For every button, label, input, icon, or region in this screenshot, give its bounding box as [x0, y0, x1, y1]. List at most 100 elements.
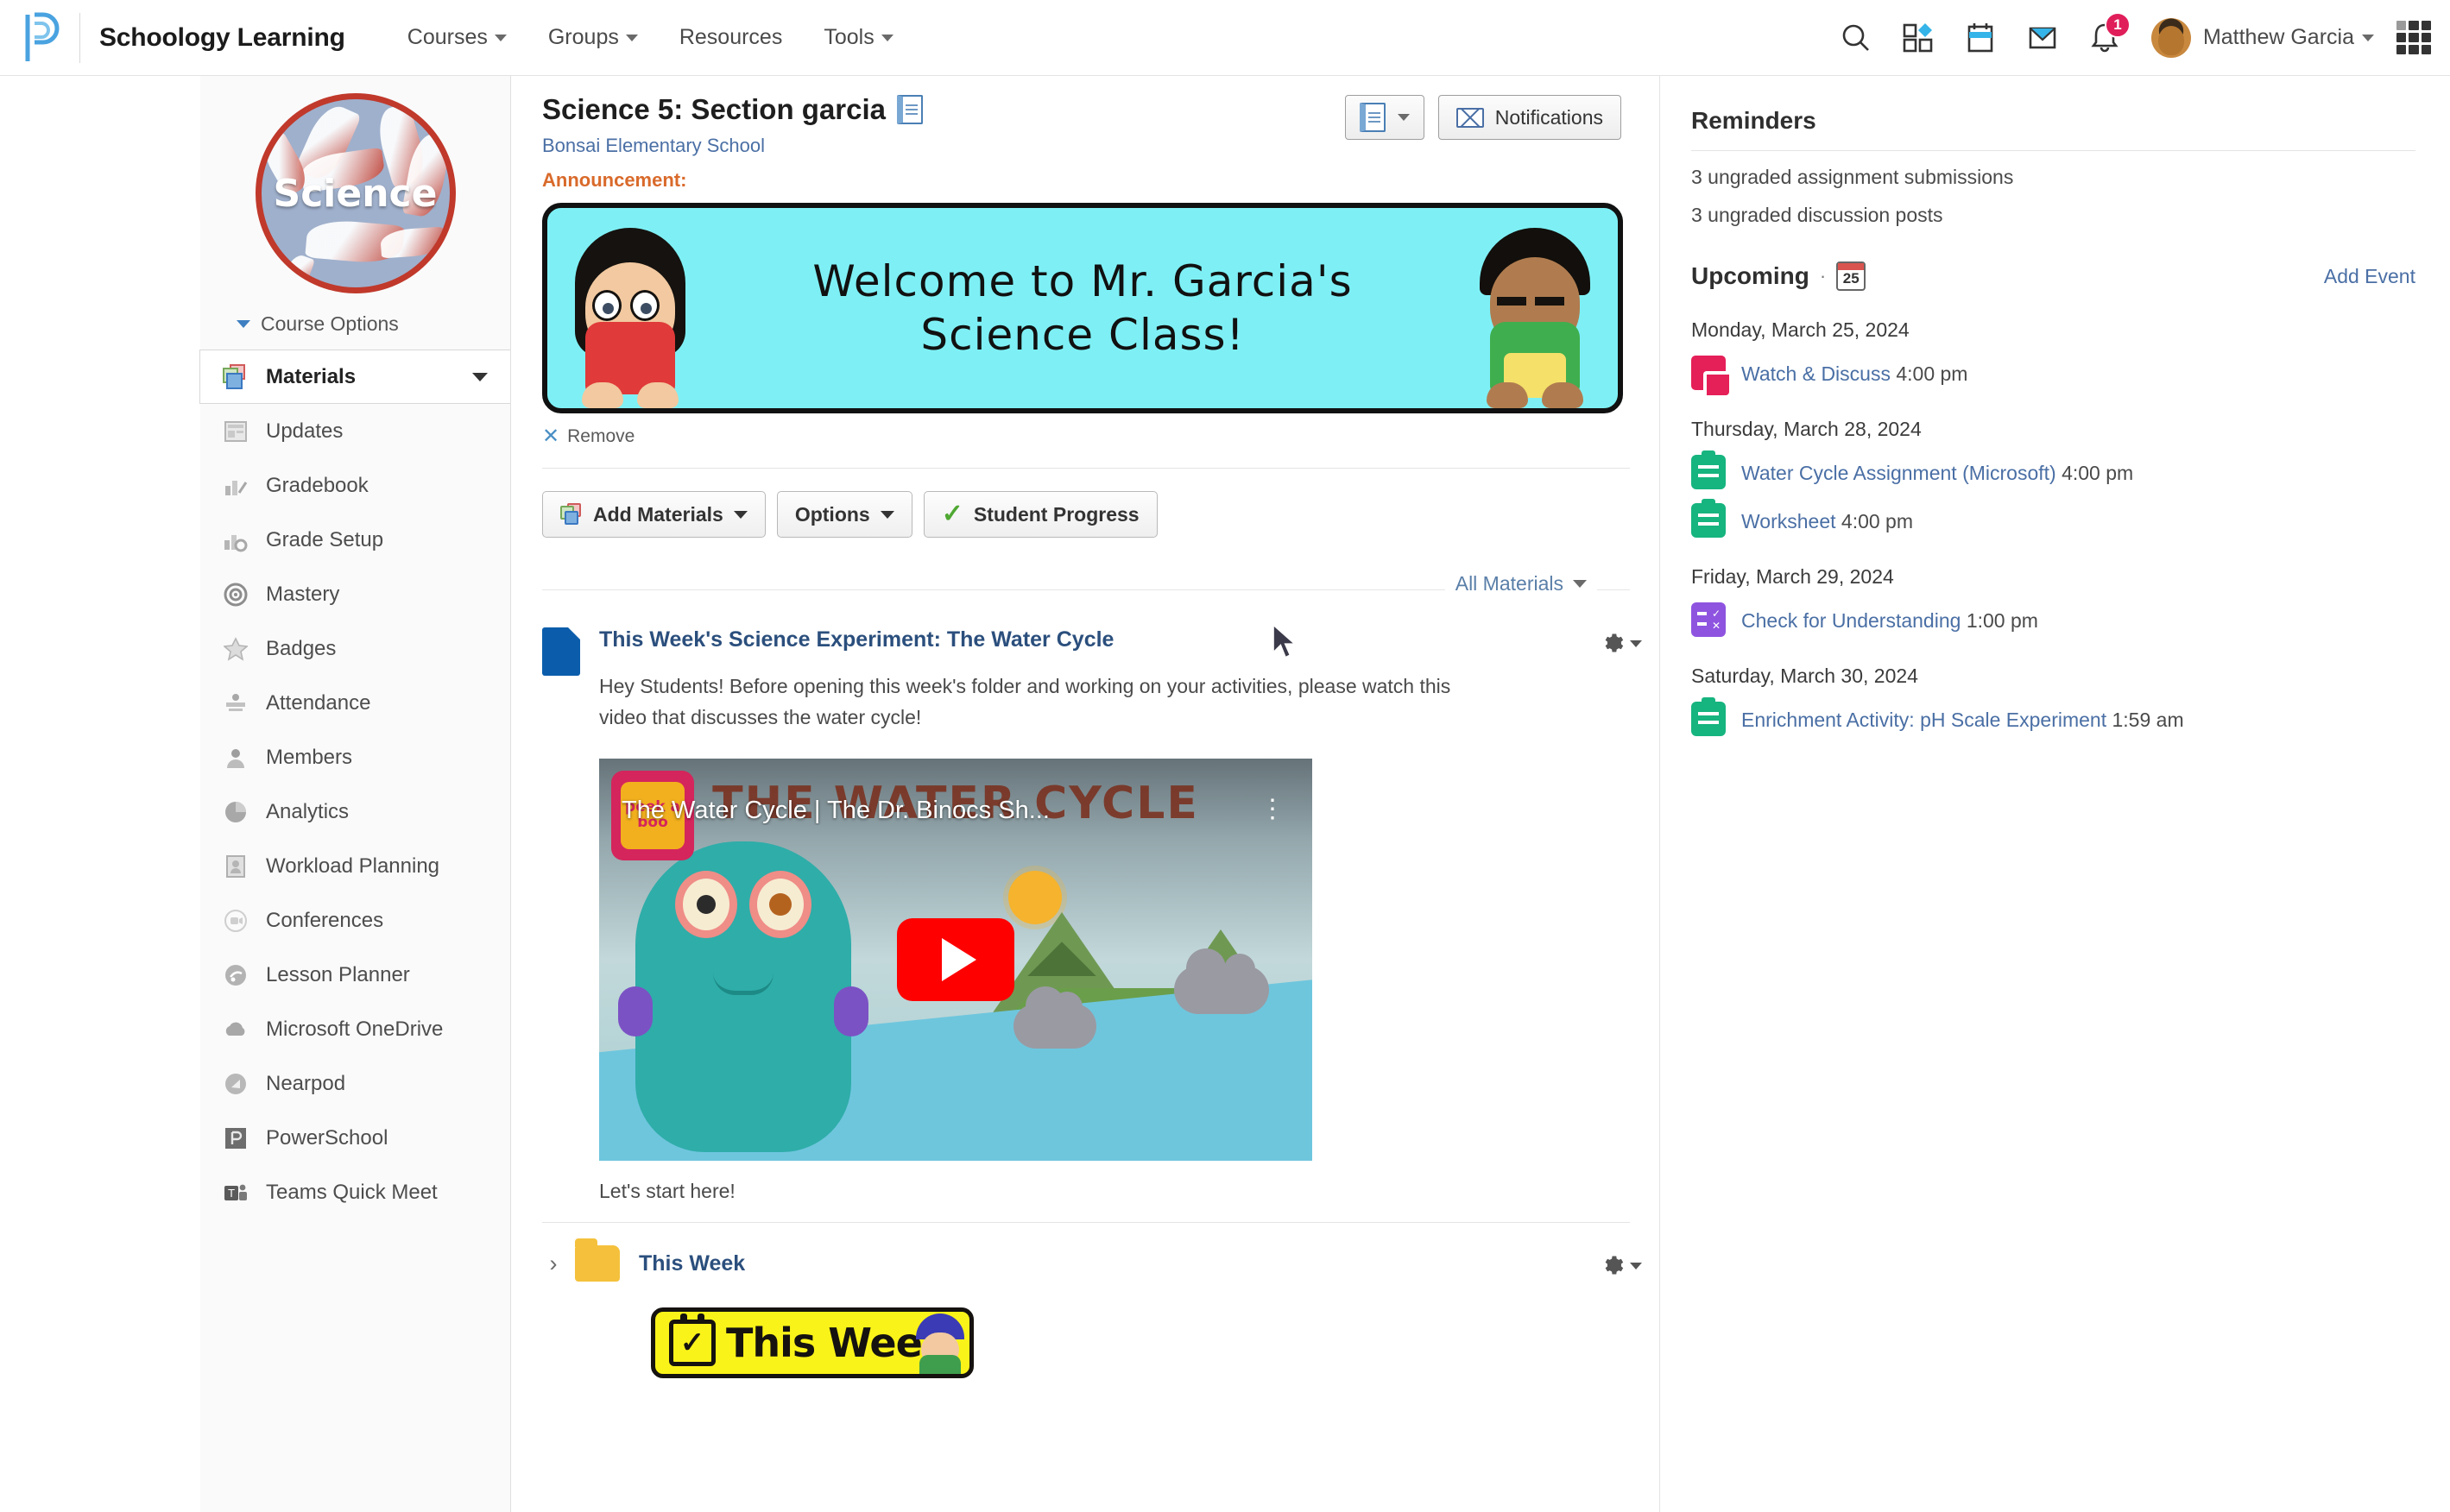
- course-options-label: Course Options: [261, 312, 399, 335]
- cloud-icon: [221, 1015, 250, 1044]
- event-name-link[interactable]: Worksheet: [1741, 510, 1836, 532]
- student-progress-button[interactable]: ✓ Student Progress: [923, 491, 1158, 538]
- event-item[interactable]: Check for Understanding 1:00 pm: [1691, 602, 2415, 637]
- youtube-play-button[interactable]: [897, 918, 1014, 1002]
- user-menu[interactable]: Matthew Garcia: [2203, 25, 2374, 50]
- nav-item-resources[interactable]: Resources: [659, 25, 804, 50]
- all-materials-filter[interactable]: All Materials: [1444, 572, 1597, 595]
- nearpod-icon: [221, 1069, 250, 1099]
- calendar-badge-icon[interactable]: 25: [1836, 261, 1866, 291]
- video-more-options-icon[interactable]: ⋮: [1260, 797, 1286, 822]
- chevron-down-icon: [1573, 580, 1587, 588]
- folder-title-link[interactable]: This Week: [639, 1251, 745, 1276]
- course-profile-image[interactable]: Science: [255, 93, 456, 293]
- upcoming-separator: ·: [1819, 265, 1827, 287]
- user-avatar[interactable]: [2150, 17, 2191, 58]
- sidebar-label-gradebook: Gradebook: [266, 473, 369, 497]
- calendar-check-icon: ✓: [669, 1314, 716, 1367]
- course-options-toggle[interactable]: Course Options: [237, 312, 510, 336]
- reminder-ungraded-assignments[interactable]: 3 ungraded assignment submissions: [1691, 166, 2415, 189]
- event-item[interactable]: Worksheet 4:00 pm: [1691, 503, 2415, 538]
- brand-name: Schoology Learning: [99, 22, 345, 52]
- notifications-button[interactable]: Notifications: [1437, 95, 1621, 140]
- this-week-kid-illustration: [912, 1314, 968, 1375]
- svg-text:T: T: [227, 1188, 235, 1200]
- sidebar-item-attendance[interactable]: Attendance: [200, 676, 510, 730]
- event-item[interactable]: Enrichment Activity: pH Scale Experiment…: [1691, 702, 2415, 736]
- sidebar-item-mastery[interactable]: Mastery: [200, 567, 510, 621]
- remove-announcement-link[interactable]: ✕ Remove: [542, 424, 1659, 449]
- page-document-icon: [542, 627, 580, 676]
- nav-label-courses: Courses: [407, 25, 488, 49]
- gear-icon: [1605, 633, 1624, 652]
- event-item[interactable]: Water Cycle Assignment (Microsoft) 4:00 …: [1691, 455, 2415, 489]
- sidebar-label-powerschool: PowerSchool: [266, 1125, 388, 1150]
- event-name-link[interactable]: Watch & Discuss: [1741, 362, 1891, 385]
- section-divider: [542, 1222, 1630, 1224]
- banner-kid-right-illustration: [1462, 223, 1607, 408]
- options-button[interactable]: Options: [776, 491, 912, 538]
- options-label: Options: [794, 502, 870, 526]
- sidebar-label-badges: Badges: [266, 636, 337, 660]
- sidebar-item-grade-setup[interactable]: Grade Setup: [200, 513, 510, 567]
- event-name-link[interactable]: Water Cycle Assignment (Microsoft): [1741, 462, 2056, 484]
- video-title[interactable]: The Water Cycle | The Dr. Binocs Sh...: [622, 797, 1209, 825]
- search-icon[interactable]: [1825, 7, 1887, 69]
- sidebar-item-badges[interactable]: Badges: [200, 621, 510, 676]
- this-week-banner-image: ✓ This Week: [651, 1307, 974, 1379]
- conferences-video-icon: [221, 906, 250, 936]
- event-time: 4:00 pm: [1841, 510, 1914, 532]
- schoology-logo-icon[interactable]: [19, 11, 66, 65]
- chevron-down-icon: [494, 34, 507, 41]
- sidebar-item-materials[interactable]: Materials: [199, 350, 510, 404]
- folder-options-menu[interactable]: [1600, 1250, 1642, 1277]
- page-body: Science Course Options Materials Updates…: [0, 76, 2450, 1512]
- course-view-switcher-button[interactable]: [1344, 95, 1424, 140]
- sidebar-item-powerschool[interactable]: PowerSchool: [200, 1111, 510, 1165]
- event-date-heading: Monday, March 25, 2024: [1691, 318, 1910, 341]
- notification-count-badge: 1: [2104, 11, 2131, 38]
- nav-item-courses[interactable]: Courses: [387, 25, 527, 50]
- reminder-ungraded-discussions[interactable]: 3 ungraded discussion posts: [1691, 204, 2415, 227]
- event-text: Water Cycle Assignment (Microsoft) 4:00 …: [1741, 455, 2133, 488]
- sidebar-item-lesson-planner[interactable]: Lesson Planner: [200, 948, 510, 1002]
- chevron-down-icon: [237, 320, 250, 328]
- analytics-pie-icon: [221, 797, 250, 827]
- event-date-heading: Thursday, March 28, 2024: [1691, 418, 1922, 440]
- event-time: 1:00 pm: [1966, 609, 2038, 632]
- material-title-link[interactable]: This Week's Science Experiment: The Wate…: [599, 627, 1600, 652]
- sidebar-item-gradebook[interactable]: Gradebook: [200, 458, 510, 513]
- nav-item-groups[interactable]: Groups: [527, 25, 659, 50]
- user-name-label: Matthew Garcia: [2202, 25, 2354, 49]
- sidebar-item-workload-planning[interactable]: Workload Planning: [200, 839, 510, 893]
- add-materials-button[interactable]: Add Materials: [542, 491, 766, 538]
- sidebar-item-teams-quick-meet[interactable]: T Teams Quick Meet: [200, 1165, 510, 1219]
- topbar-right-actions: 1 Matthew Garcia: [1825, 7, 2450, 69]
- app-switcher-icon[interactable]: [2396, 20, 2431, 55]
- add-event-link[interactable]: Add Event: [2324, 265, 2415, 288]
- updates-icon: [221, 417, 250, 446]
- apps-grid-icon[interactable]: [1887, 7, 1949, 69]
- notifications-bell-icon[interactable]: 1: [2074, 7, 2136, 69]
- sidebar-item-updates[interactable]: Updates: [200, 404, 510, 458]
- material-options-menu[interactable]: [1600, 627, 1642, 733]
- sidebar-item-members[interactable]: Members: [200, 730, 510, 784]
- chevron-down-icon: [2362, 34, 2374, 41]
- nav-label-tools: Tools: [824, 25, 875, 49]
- event-item[interactable]: Watch & Discuss 4:00 pm: [1691, 356, 2415, 395]
- sidebar-item-conferences[interactable]: Conferences: [200, 893, 510, 948]
- course-image-label: Science: [273, 171, 438, 216]
- material-item: This Week's Science Experiment: The Wate…: [542, 627, 1659, 733]
- lesson-planner-icon: [221, 961, 250, 990]
- sidebar-item-microsoft-onedrive[interactable]: Microsoft OneDrive: [200, 1002, 510, 1056]
- mail-icon[interactable]: [2011, 7, 2074, 69]
- embedded-youtube-video[interactable]: THE WATER CYCLE peek a boo The Water Cyc…: [599, 759, 1312, 1162]
- event-name-link[interactable]: Check for Understanding: [1741, 609, 1961, 632]
- chevron-right-icon[interactable]: ›: [542, 1251, 565, 1277]
- sidebar-item-analytics[interactable]: Analytics: [200, 784, 510, 839]
- nav-item-tools[interactable]: Tools: [803, 25, 913, 50]
- event-name-link[interactable]: Enrichment Activity: pH Scale Experiment: [1741, 709, 2106, 731]
- sidebar-item-nearpod[interactable]: Nearpod: [200, 1056, 510, 1111]
- calendar-icon[interactable]: [1949, 7, 2011, 69]
- material-folder-row: › This Week: [542, 1238, 1659, 1282]
